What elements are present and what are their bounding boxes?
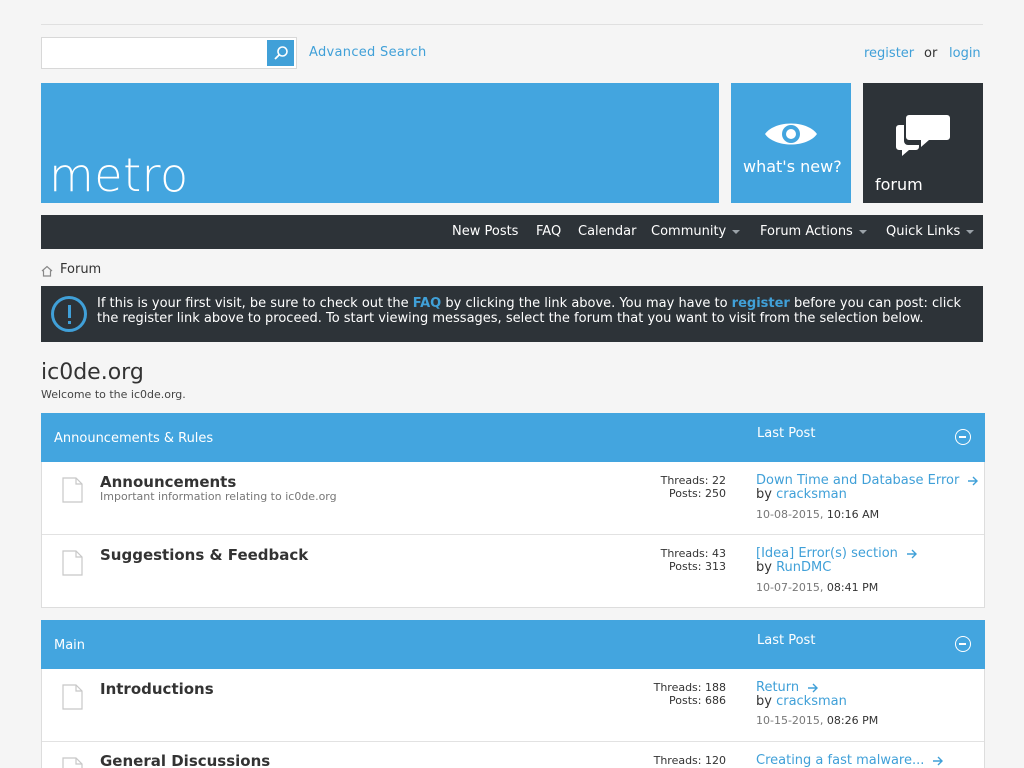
go-to-post-icon[interactable] [906,549,918,559]
by-text: by [756,487,777,502]
by-text: by [756,560,777,575]
go-to-post-icon[interactable] [932,756,944,766]
breadcrumb-forum[interactable]: Forum [60,262,101,277]
forum-title-link[interactable]: Announcements [100,473,236,491]
post-count: Posts: 250 [669,487,726,500]
forum-document-icon [62,684,83,710]
forum-stats: Threads: 43 Posts: 313 [596,547,726,573]
last-post-date: 10-08-2015, 10:16 AM [756,508,879,521]
search-button[interactable] [267,40,294,66]
login-link[interactable]: login [949,46,981,61]
forum-document-icon [62,550,83,576]
forum-label: forum [875,175,923,194]
home-icon[interactable] [41,262,53,281]
last-post-link[interactable]: Return [756,680,819,695]
header-divider [41,24,983,25]
nav-community-label: Community [651,224,727,239]
forum-stats: Threads: 22 Posts: 250 [596,474,726,500]
last-post-header: Last Post [757,633,816,648]
nav-calendar[interactable]: Calendar [578,224,636,239]
last-post-header: Last Post [757,426,816,441]
last-post-title: [Idea] Error(s) section [756,546,898,561]
eye-icon [765,123,817,145]
last-post-author: by cracksman [756,487,847,502]
thread-count: Threads: 188 [653,681,726,694]
search-icon [273,46,288,60]
time-text: 08:26 PM [826,714,879,727]
collapse-icon[interactable] [955,429,971,445]
forum-title-link[interactable]: General Discussions [100,752,270,768]
last-post-title: Down Time and Database Error [756,473,960,488]
post-count: Posts: 686 [669,694,726,707]
advanced-search-link[interactable]: Advanced Search [309,45,427,60]
date-text: 10-07-2015, [756,581,827,594]
last-post-title: Creating a fast malware... [756,753,925,768]
nav-new-posts[interactable]: New Posts [452,224,518,239]
date-text: 10-15-2015, [756,714,827,727]
register-link[interactable]: register [864,46,914,61]
last-post-link[interactable]: Down Time and Database Error [756,473,979,488]
whats-new-label: what's new? [743,157,842,176]
nav-quick-links[interactable]: Quick Links [886,224,975,239]
nav-new-posts-label: New Posts [452,224,519,239]
notice-text: If this is your first visit, be sure to … [97,296,972,326]
forum-title-link[interactable]: Introductions [100,680,214,698]
forum-description: Important information relating to ic0de.… [100,490,337,503]
username-link[interactable]: cracksman [776,694,847,709]
nav-quick-links-label: Quick Links [886,224,961,239]
chevron-down-icon [732,230,741,234]
last-post-link[interactable]: [Idea] Error(s) section [756,546,918,561]
go-to-post-icon[interactable] [967,476,979,486]
notice-text-part: If this is your first visit, be sure to … [97,296,413,311]
date-text: 10-08-2015, [756,508,827,521]
search-input[interactable] [41,37,297,69]
row-divider [42,741,984,742]
forum-stats: Threads: 188 Posts: 686 [596,681,726,707]
chat-bubbles-icon [896,115,950,156]
last-post-title: Return [756,680,800,695]
nav-faq[interactable]: FAQ [536,224,561,239]
last-post-date: 10-07-2015, 08:41 PM [756,581,878,594]
go-to-post-icon[interactable] [807,683,819,693]
forum-document-icon [62,477,83,503]
thread-count: Threads: 22 [660,474,726,487]
brand-logo-text: metro [49,148,189,202]
forum-title-link[interactable]: Suggestions & Feedback [100,546,308,564]
collapse-icon[interactable] [955,636,971,652]
nav-forum-actions[interactable]: Forum Actions [760,224,867,239]
post-count: Posts: 313 [669,560,726,573]
notice-register-link[interactable]: register [732,296,790,311]
page-title: ic0de.org [41,360,144,385]
forum-stats: Threads: 120 [596,754,726,767]
category-header [41,620,985,669]
thread-count: Threads: 120 [653,754,726,767]
last-post-author: by cracksman [756,694,847,709]
category-title-link[interactable]: Announcements & Rules [54,431,213,446]
time-text: 08:41 PM [826,581,879,594]
or-text: or [924,46,938,61]
nav-faq-label: FAQ [536,224,562,239]
row-divider [42,534,984,535]
username-link[interactable]: cracksman [776,487,847,502]
nav-forum-actions-label: Forum Actions [760,224,853,239]
page-subtitle: Welcome to the ic0de.org. [41,388,186,401]
notice-faq-link[interactable]: FAQ [413,296,442,311]
nav-calendar-label: Calendar [578,224,637,239]
forum-document-icon [62,757,83,768]
time-text: 10:16 AM [826,508,880,521]
chevron-down-icon [966,230,975,234]
last-post-link[interactable]: Creating a fast malware... [756,753,944,768]
info-icon [51,296,87,332]
whats-new-tile[interactable] [731,83,851,203]
category-title-link[interactable]: Main [54,638,85,653]
last-post-date: 10-15-2015, 08:26 PM [756,714,878,727]
by-text: by [756,694,777,709]
notice-text-part: by clicking the link above. You may have… [441,296,732,311]
nav-community[interactable]: Community [651,224,741,239]
username-link[interactable]: RunDMC [776,560,831,575]
thread-count: Threads: 43 [660,547,726,560]
chevron-down-icon [858,230,867,234]
last-post-author: by RunDMC [756,560,831,575]
